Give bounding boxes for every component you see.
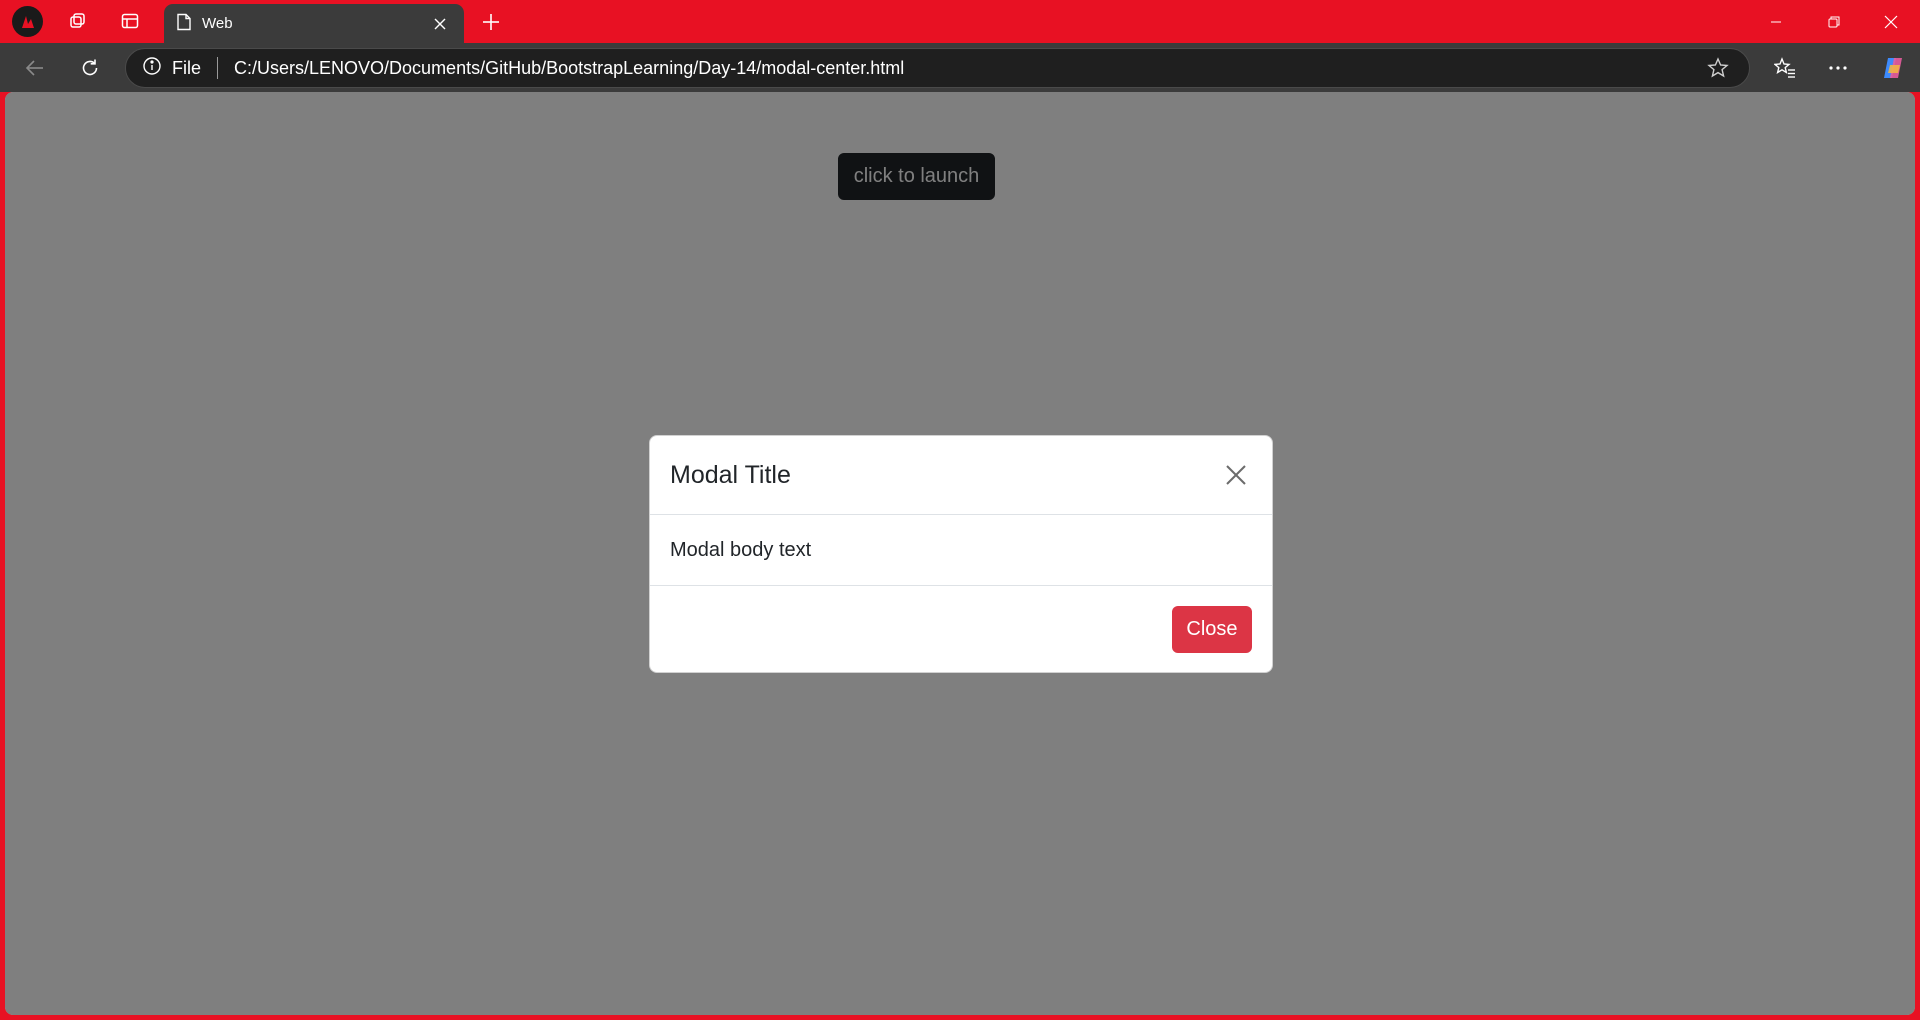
tab-title: Web: [202, 15, 233, 32]
sidebar-icon[interactable]: [114, 6, 146, 36]
back-icon[interactable]: [17, 51, 53, 85]
more-icon[interactable]: [1820, 51, 1856, 85]
copilot-icon[interactable]: [1875, 51, 1911, 85]
modal-close-button[interactable]: Close: [1172, 605, 1252, 653]
modal-close-icon[interactable]: [1220, 459, 1252, 491]
minimize-icon[interactable]: [1747, 0, 1805, 43]
modal-dialog: Modal Title Modal body text Close: [649, 435, 1273, 673]
new-tab-icon[interactable]: [476, 8, 506, 36]
modal-body: Modal body text: [650, 515, 1272, 586]
address-scheme-label: File: [172, 57, 202, 78]
modal-footer: Close: [650, 586, 1272, 672]
address-url[interactable]: C:/Users/LENOVO/Documents/GitHub/Bootstr…: [234, 58, 1703, 79]
page-icon: [176, 13, 192, 35]
star-icon[interactable]: [1703, 53, 1733, 83]
profile-icon[interactable]: [12, 6, 43, 37]
title-bar: Web: [0, 0, 1920, 43]
collections-icon[interactable]: [62, 6, 94, 36]
refresh-icon[interactable]: [72, 51, 108, 85]
tab-close-icon[interactable]: [428, 12, 452, 36]
page-viewport: click to launch Modal Title Modal body t…: [5, 92, 1915, 1015]
tab-web[interactable]: Web: [164, 4, 464, 43]
address-bar[interactable]: File C:/Users/LENOVO/Documents/GitHub/Bo…: [125, 48, 1750, 88]
modal-title: Modal Title: [670, 460, 791, 489]
info-icon[interactable]: [142, 56, 162, 81]
restore-icon[interactable]: [1805, 0, 1863, 43]
modal-header: Modal Title: [650, 436, 1272, 515]
address-separator: [217, 57, 219, 79]
window-close-icon[interactable]: [1862, 0, 1920, 43]
favorites-icon[interactable]: [1767, 51, 1803, 85]
browser-toolbar: File C:/Users/LENOVO/Documents/GitHub/Bo…: [0, 43, 1920, 92]
